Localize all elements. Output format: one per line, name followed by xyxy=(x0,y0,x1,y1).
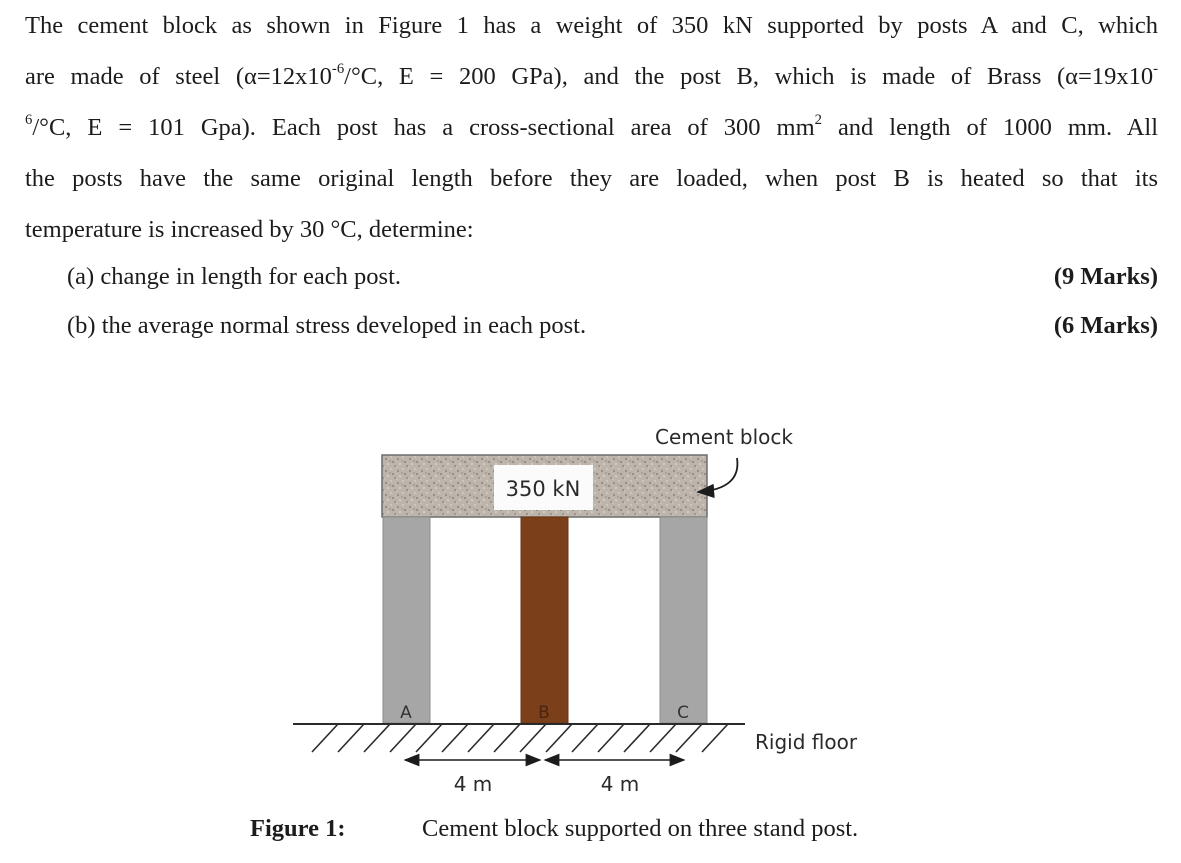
rigid-floor-label: Rigid floor xyxy=(755,730,858,754)
dimension-label-bc: 4 m xyxy=(601,772,640,796)
hatch-line xyxy=(675,723,703,753)
dimension-label-ab: 4 m xyxy=(454,772,493,796)
hatch-line xyxy=(415,723,443,753)
figure-caption-label: Figure 1: xyxy=(250,815,346,842)
hatch-line xyxy=(441,723,469,753)
hatch-line xyxy=(467,723,495,753)
hatch-line xyxy=(571,723,599,753)
hatch-line xyxy=(337,723,365,753)
post-a xyxy=(382,516,431,724)
hatch-line xyxy=(701,723,729,753)
floor-hatching xyxy=(311,723,729,753)
post-a-label: A xyxy=(400,703,412,723)
cement-block-label: Cement block xyxy=(655,425,793,449)
hatch-line xyxy=(597,723,625,753)
figure-caption: Figure 1: Cement block supported on three… xyxy=(250,815,858,843)
hatch-line xyxy=(363,723,391,753)
figure-diagram: 350 kN A B C 4 m 4 m Cement block Rigid … xyxy=(293,425,858,796)
hatch-line xyxy=(519,723,547,753)
post-c-label: C xyxy=(677,703,689,723)
hatch-line xyxy=(545,723,573,753)
hatch-line xyxy=(649,723,677,753)
load-label: 350 kN xyxy=(506,477,581,501)
post-b xyxy=(520,516,569,724)
hatch-line xyxy=(311,723,339,753)
hatch-line xyxy=(623,723,651,753)
post-b-label: B xyxy=(538,703,550,723)
post-c xyxy=(659,516,708,724)
hatch-line xyxy=(493,723,521,753)
figure-caption-text: Cement block supported on three stand po… xyxy=(422,815,859,842)
hatch-line xyxy=(389,723,417,753)
